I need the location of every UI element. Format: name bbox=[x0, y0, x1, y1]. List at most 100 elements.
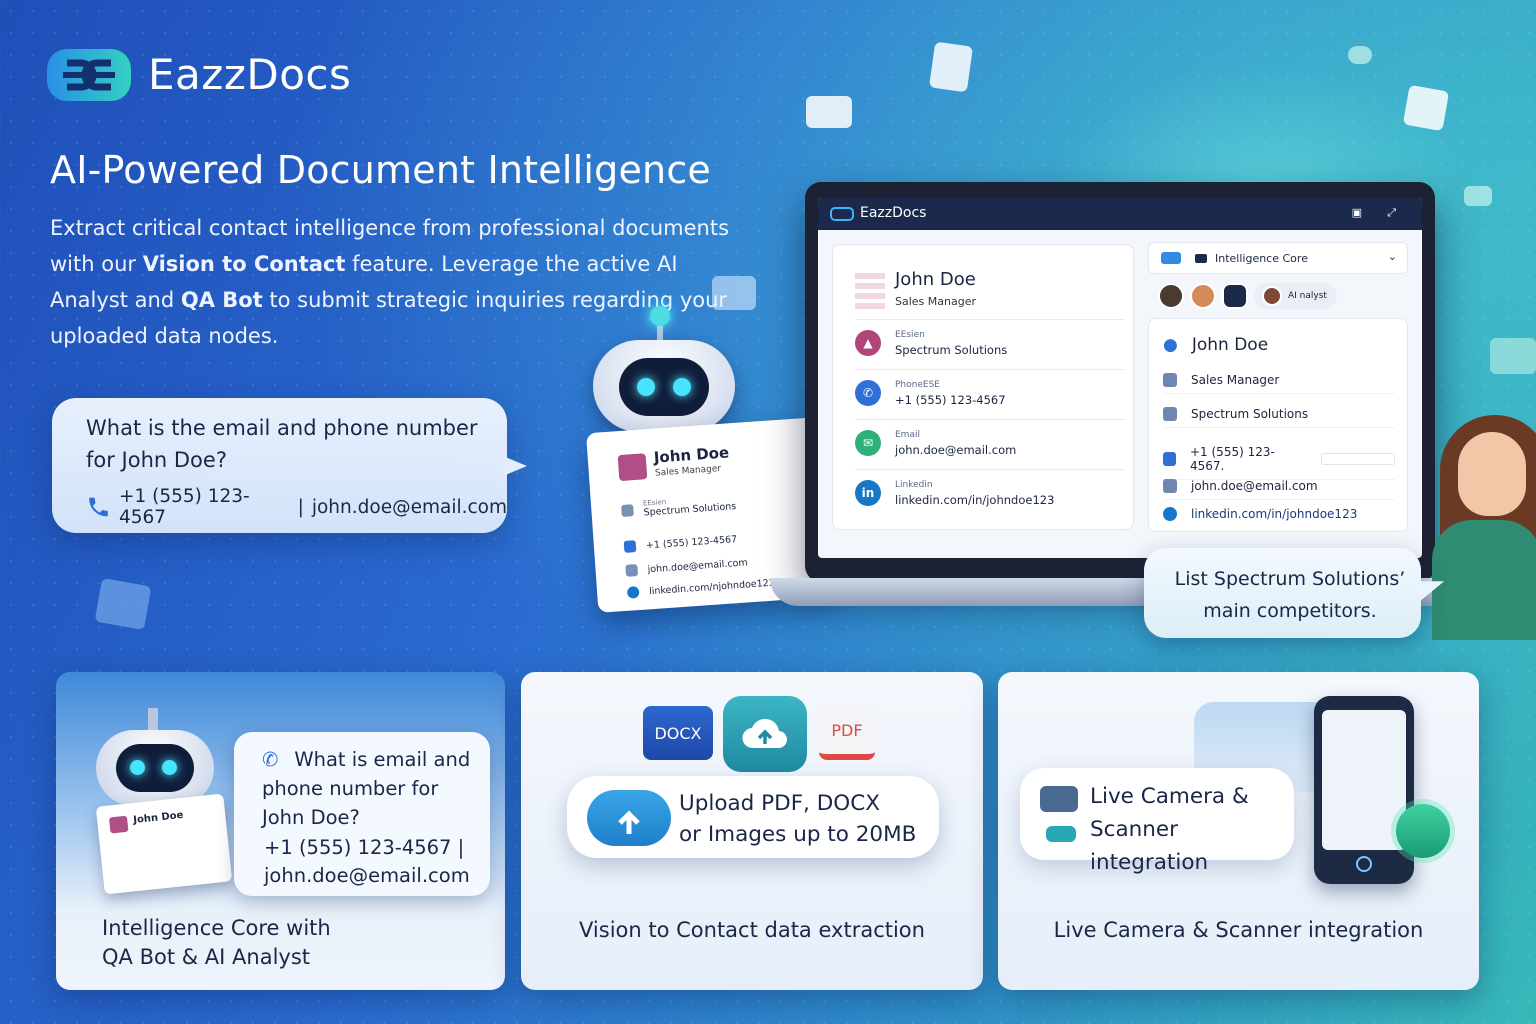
intro-feature-highlight: Vision to Contact bbox=[142, 252, 346, 276]
assistant-person-body bbox=[1432, 520, 1536, 640]
card-email: john.doe@email.com bbox=[647, 556, 749, 575]
camera-icon[interactable]: ▣ bbox=[1352, 206, 1362, 219]
expand-icon[interactable]: ⤢ bbox=[1387, 206, 1396, 220]
robot-eye bbox=[130, 760, 145, 775]
contact-row-phone[interactable]: ✆ PhoneESE +1 (555) 123-4567 bbox=[855, 369, 1125, 415]
app-title: EazzDocs bbox=[860, 205, 927, 221]
intel-email-row: john.doe@email.com bbox=[1163, 479, 1395, 500]
robot-antenna-light bbox=[650, 306, 670, 326]
avatar[interactable] bbox=[1190, 283, 1216, 309]
intel-phone-row: +1 (555) 123-4567. bbox=[1163, 445, 1395, 480]
intelligence-core-tab[interactable]: Intelligence Core ⌄ bbox=[1148, 242, 1408, 274]
contact-row-linkedin[interactable]: in Linkedin linkedin.com/in/johndoe123 bbox=[855, 469, 1125, 515]
card-phone: +1 (555) 123-4567 bbox=[645, 533, 738, 551]
cloud-upload-icon[interactable] bbox=[723, 696, 807, 772]
cloud-upload-icon bbox=[587, 790, 671, 846]
app-logo-icon bbox=[830, 207, 854, 221]
robot-face bbox=[619, 358, 709, 416]
robot-mascot-icon bbox=[96, 730, 214, 806]
chat-answer-phone: +1 (555) 123-4567 bbox=[118, 486, 250, 528]
card-linkedin: linkedin.com/njohndoe123 bbox=[648, 577, 776, 597]
intel-role: Sales Manager bbox=[1191, 373, 1280, 387]
core-icon bbox=[1195, 254, 1207, 263]
panel-caption: Live Camera & Scanner integration bbox=[1053, 918, 1424, 942]
intel-company-row: Spectrum Solutions bbox=[1163, 407, 1395, 428]
intel-linkedin-row[interactable]: linkedin.com/in/johndoe123 bbox=[1163, 507, 1395, 527]
logo-icon bbox=[47, 49, 131, 101]
contact-row-value: john.doe@email.com bbox=[895, 443, 1017, 457]
robot-antenna bbox=[148, 708, 158, 732]
contact-row-email[interactable]: ✉ Email john.doe@email.com bbox=[855, 419, 1125, 465]
contact-row-value: Spectrum Solutions bbox=[895, 343, 1008, 357]
phone-icon bbox=[1163, 452, 1176, 466]
upload-instructions-line: or Images up to 20MB bbox=[679, 822, 917, 847]
shutter-button[interactable] bbox=[1356, 856, 1372, 872]
intel-email: john.doe@email.com bbox=[1191, 479, 1318, 493]
laptop-app-window: EazzDocs ▣ ⤢ John Doe Sales Manager ▲ EE… bbox=[805, 182, 1435, 582]
qa-bot-bubble: ✆ What is email and phone number for John… bbox=[234, 732, 490, 896]
feature-panel-upload: DOCX PDF Upload PDF, DOCX or Images up to… bbox=[521, 672, 983, 990]
chat-question: What is the email and phone number for J… bbox=[86, 416, 478, 472]
upload-dropzone[interactable]: Upload PDF, DOCX or Images up to 20MB bbox=[567, 776, 939, 858]
contact-row-company[interactable]: ▲ EEsien Spectrum Solutions bbox=[855, 319, 1125, 365]
card-linkedin-row: linkedin.com/njohndoe123 bbox=[626, 577, 776, 599]
assistant-person-face bbox=[1458, 432, 1526, 516]
floating-image-icon bbox=[1490, 338, 1536, 374]
intel-role-row: Sales Manager bbox=[1163, 373, 1395, 394]
intel-company: Spectrum Solutions bbox=[1191, 407, 1309, 421]
camera-scanner-pill[interactable]: Live Camera & Scanner integration bbox=[1020, 768, 1294, 875]
robot-mascot-icon bbox=[593, 340, 735, 432]
mail-icon: ✉ bbox=[855, 430, 881, 456]
building-icon bbox=[1163, 407, 1177, 421]
phone-screen bbox=[1322, 710, 1406, 850]
app-screen: EazzDocs ▣ ⤢ John Doe Sales Manager ▲ EE… bbox=[818, 198, 1422, 558]
linkedin-icon bbox=[626, 586, 640, 599]
user-icon: ● bbox=[1163, 335, 1178, 355]
phone-icon bbox=[89, 497, 108, 517]
app-logo-icon bbox=[1161, 252, 1181, 264]
card-company-row: EEsien Spectrum Solutions bbox=[621, 493, 737, 520]
chevron-down-icon[interactable]: ⌄ bbox=[1388, 250, 1397, 263]
avatar[interactable] bbox=[1158, 283, 1184, 309]
camera-scanner-label: Live Camera & Scanner integration bbox=[1090, 780, 1294, 879]
chat-followup-question: List Spectrum Solutions’ main competitor… bbox=[1174, 568, 1406, 622]
building-icon bbox=[621, 503, 634, 517]
contact-row-value: linkedin.com/in/johndoe123 bbox=[895, 493, 1055, 507]
intro-feature-highlight: QA Bot bbox=[180, 288, 263, 312]
qa-bot-answer-email: john.doe@email.com bbox=[264, 864, 470, 887]
intel-contact-card: ● John Doe Sales Manager Spectrum Solutio… bbox=[1148, 318, 1408, 532]
card-role: Sales Manager bbox=[654, 463, 722, 479]
phone-input-box[interactable] bbox=[1320, 453, 1395, 465]
contact-name: John Doe bbox=[895, 269, 976, 290]
contact-row-label: Email bbox=[895, 430, 920, 440]
upload-instructions: Upload PDF, DOCX or Images up to 20MB bbox=[679, 788, 916, 850]
ai-analyst-chip[interactable]: AI nalyst bbox=[1254, 283, 1337, 309]
robot-eye bbox=[673, 378, 691, 396]
intro-paragraph: Extract critical contact intelligence fr… bbox=[50, 210, 740, 354]
panel-caption: Vision to Contact data extraction bbox=[579, 918, 925, 942]
contact-row-value: +1 (555) 123-4567 bbox=[895, 393, 1006, 407]
feature-panel-intelligence-core: John Doe ✆ What is email and phone number… bbox=[56, 672, 505, 990]
qa-bot-answer: +1 (555) 123-4567 | john.doe@email.com bbox=[264, 834, 470, 890]
phone-icon: ✆ bbox=[262, 748, 279, 771]
intel-contact-name: John Doe bbox=[1191, 335, 1269, 355]
camera-scanner-line: Scanner integration bbox=[1090, 817, 1209, 875]
robot-avatar-icon[interactable] bbox=[1222, 283, 1248, 309]
cloud-upload-glyph bbox=[742, 718, 788, 749]
feature-panel-camera: Live Camera & Scanner integration Live Ca… bbox=[998, 672, 1479, 990]
panel-caption-line: QA Bot & AI Analyst bbox=[102, 945, 311, 969]
docx-badge: DOCX bbox=[643, 706, 713, 760]
intel-contact-name-row: ● John Doe bbox=[1163, 335, 1395, 361]
robot-eye bbox=[637, 378, 655, 396]
contact-row-label: EEsien bbox=[895, 330, 925, 340]
mail-icon bbox=[1163, 479, 1177, 493]
upload-arrow-glyph bbox=[618, 810, 640, 834]
robot-eye bbox=[162, 760, 177, 775]
panel-caption-line: Intelligence Core with bbox=[102, 916, 331, 940]
qa-bot-question: ✆ What is email and phone number for John… bbox=[262, 745, 482, 832]
analyst-avatars: AI nalyst bbox=[1158, 282, 1337, 310]
floating-chat-icon bbox=[1464, 186, 1492, 206]
scan-action-button[interactable] bbox=[1396, 804, 1450, 858]
phone-icon: ✆ bbox=[855, 380, 881, 406]
briefcase-icon bbox=[1163, 373, 1177, 387]
